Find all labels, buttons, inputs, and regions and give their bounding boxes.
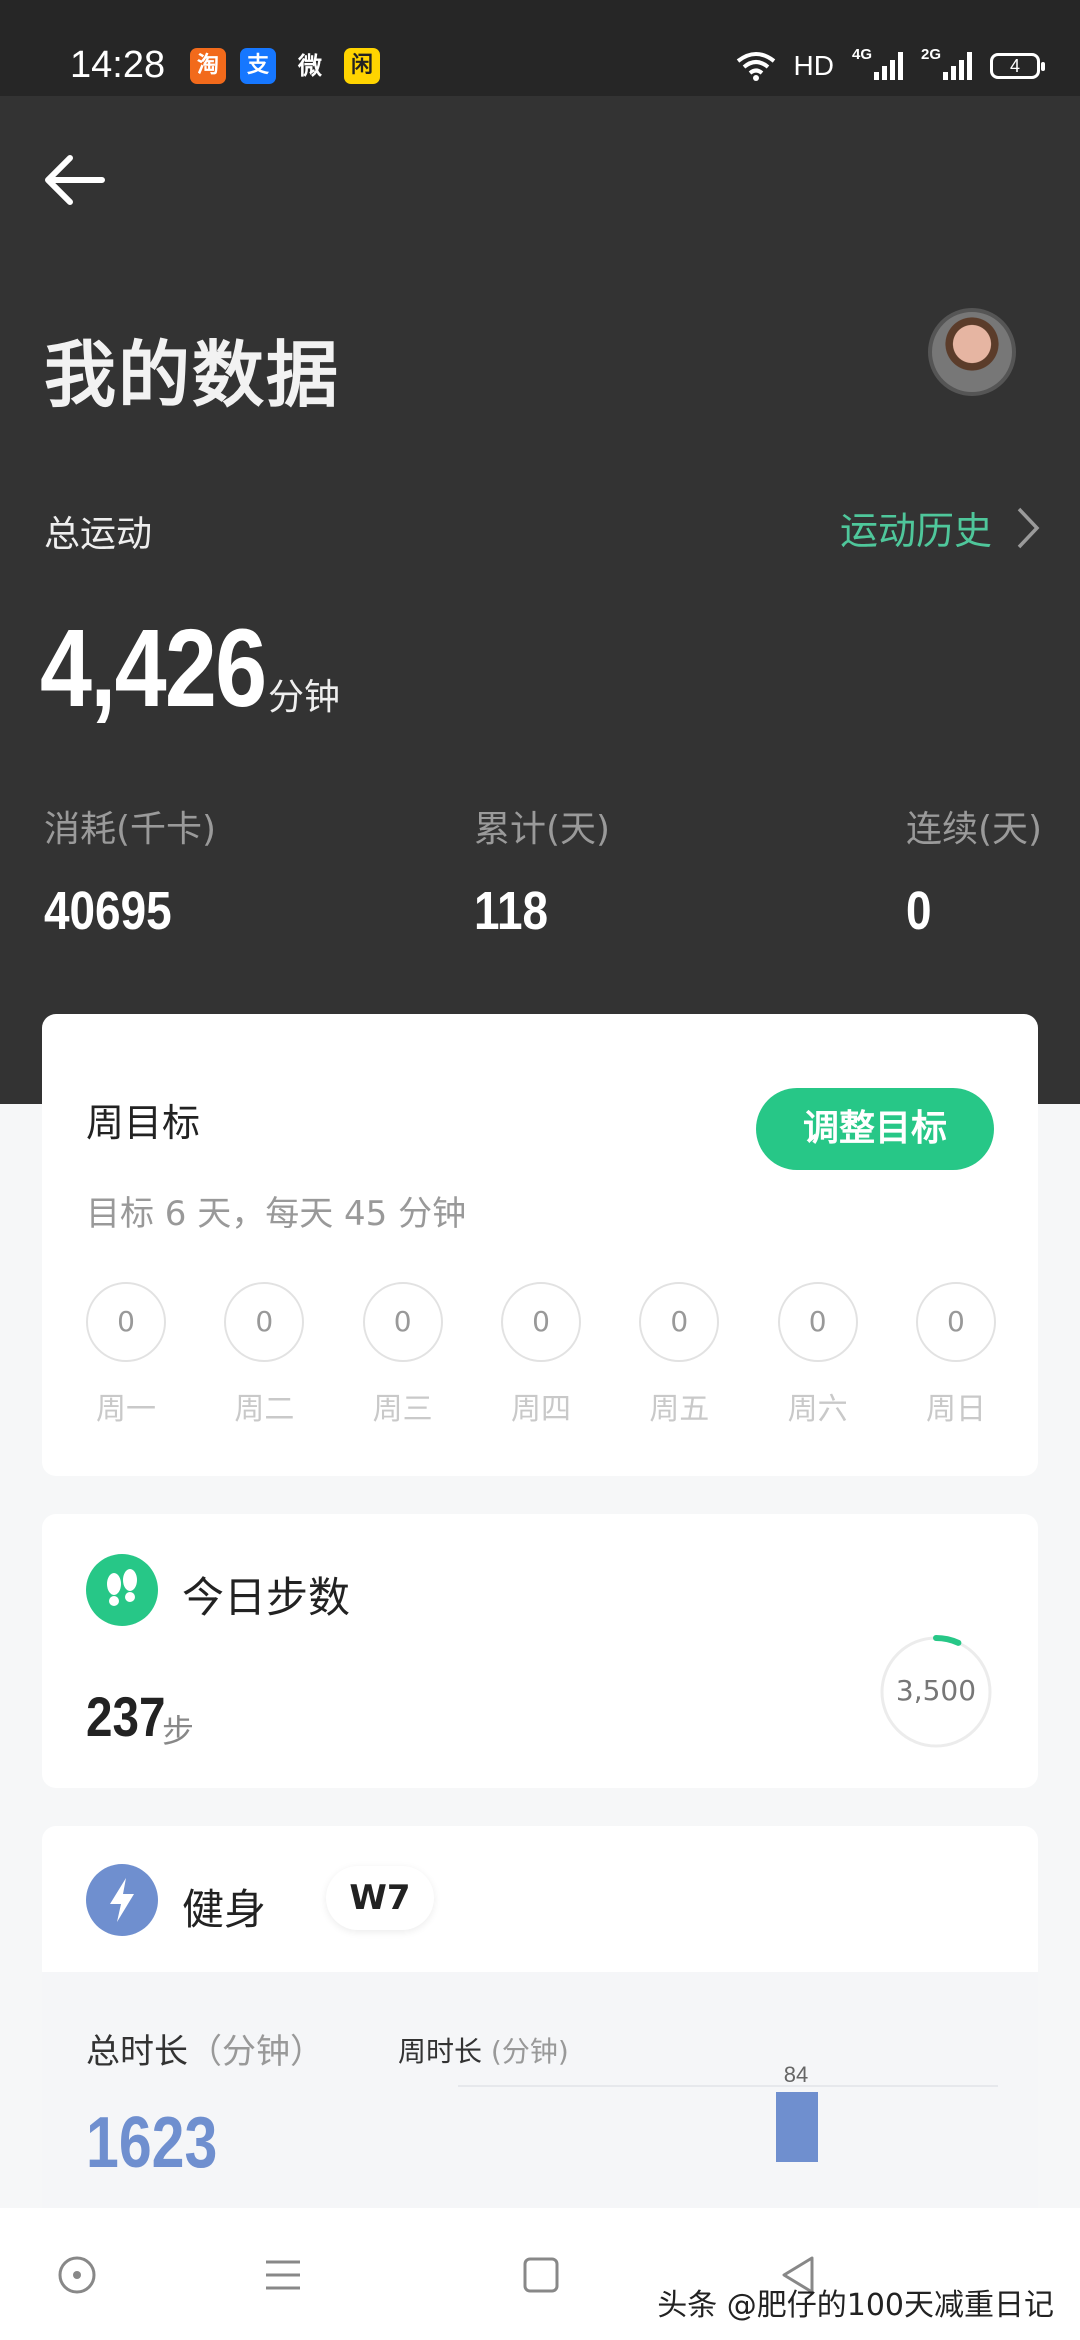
today-steps-card[interactable]: 今日步数 237 步 3,500 (42, 1514, 1038, 1788)
adjust-goal-button[interactable]: 调整目标 (756, 1088, 994, 1170)
bar-value-label: 84 (784, 2062, 808, 2087)
day-item: 0 周四 (500, 1282, 581, 1428)
total-exercise-label: 总运动 (44, 514, 153, 555)
day-label: 周日 (925, 1392, 986, 1427)
total-minutes-unit: 分钟 (268, 677, 341, 718)
stat-value: 40695 (44, 881, 172, 941)
stat-calories: 消耗(千卡) 40695 (44, 800, 216, 942)
summary-header (0, 96, 1080, 1104)
day-count: 0 (362, 1282, 443, 1362)
steps-goal-value: 3,500 (895, 1674, 977, 1707)
menu-nav-icon[interactable] (258, 2250, 308, 2300)
steps-unit: 步 (162, 1712, 195, 1750)
week-bar (776, 2092, 818, 2162)
lightning-icon (86, 1864, 158, 1936)
day-item: 0 周日 (915, 1282, 996, 1428)
day-item: 0 周六 (777, 1282, 858, 1428)
wifi-icon (736, 52, 775, 81)
day-label: 周六 (787, 1392, 848, 1427)
back-arrow-icon[interactable] (40, 150, 110, 210)
day-label: 周四 (510, 1392, 571, 1427)
fitness-total-value: 1623 (86, 2103, 218, 2183)
stat-label: 连续(天) (906, 809, 1043, 850)
day-item: 0 周三 (362, 1282, 443, 1428)
taobao-icon: 淘 (190, 48, 226, 84)
total-label-unit: （分钟） (188, 2032, 324, 2072)
sig1-label: 4G (852, 46, 873, 63)
alipay-icon: 支 (240, 48, 276, 84)
day-count: 0 (500, 1282, 581, 1362)
status-time: 14:28 (70, 44, 166, 86)
assistant-nav-icon[interactable] (52, 2250, 102, 2300)
chevron-right-icon (1017, 507, 1040, 548)
fitness-total-label: 总时长（分钟） (86, 2024, 324, 2073)
day-count: 0 (224, 1282, 305, 1362)
day-item: 0 周五 (639, 1282, 720, 1428)
weekly-goal-card: 周目标 调整目标 目标 6 天，每天 45 分钟 0 周一 0 周二 0 周三 0 周四… (42, 1014, 1038, 1476)
history-link-label: 运动历史 (839, 509, 992, 553)
exercise-history-link[interactable]: 运动历史 (840, 500, 1040, 555)
day-label: 周一 (96, 1392, 156, 1427)
weekly-duration-chart: 84 (458, 2062, 998, 2162)
stat-label: 消耗(千卡) (44, 809, 217, 850)
total-minutes-value: 4,426 (40, 607, 267, 730)
total-label-text: 总时长 (86, 2032, 188, 2072)
fitness-title: 健身 (182, 1885, 267, 1934)
battery-icon: 4 (990, 53, 1045, 79)
wechat-icon: 微 (298, 52, 322, 80)
stat-value: 0 (906, 881, 932, 941)
watermark-text: 头条 @肥仔的100天减重日记 (657, 2288, 1054, 2323)
avatar[interactable] (928, 308, 1016, 396)
day-item: 0 周二 (224, 1282, 305, 1428)
stat-label: 累计(天) (474, 809, 611, 850)
day-label: 周二 (234, 1392, 295, 1427)
steps-value: 237 (86, 1685, 166, 1748)
page-title: 我的数据 (44, 333, 341, 417)
week-badge: W7 (326, 1866, 434, 1930)
signal-4g-icon: 4G (852, 46, 903, 80)
day-item: 0 周一 (86, 1282, 166, 1428)
hd-indicator: HD (793, 50, 834, 81)
day-label: 周五 (649, 1392, 710, 1427)
day-label: 周三 (372, 1392, 433, 1427)
day-count: 0 (777, 1282, 858, 1362)
footprints-icon (86, 1554, 158, 1626)
status-indicators: HD 4G 2G 4 (736, 46, 1045, 86)
day-count: 0 (86, 1282, 166, 1362)
stat-streak-days: 连续(天) 0 (906, 800, 1042, 942)
signal-2g-icon: 2G (921, 46, 972, 80)
stat-cumulative-days: 累计(天) 118 (474, 800, 610, 942)
weekly-goal-subtitle: 目标 6 天，每天 45 分钟 (86, 1194, 467, 1234)
xianyu-icon: 闲 (344, 48, 380, 84)
weekly-goal-title: 周目标 (86, 1101, 201, 1145)
day-count: 0 (639, 1282, 720, 1362)
day-count: 0 (915, 1282, 996, 1362)
home-nav-icon[interactable] (516, 2250, 566, 2300)
today-steps-title: 今日步数 (182, 1573, 351, 1622)
sig2-label: 2G (921, 46, 942, 63)
status-bar: 14:28 淘 支 微 闲 HD 4G 2G 4 (0, 0, 1080, 96)
stat-value: 118 (474, 881, 549, 941)
weekday-list: 0 周一 0 周二 0 周三 0 周四 0 周五 0 周六 0 周日 (86, 1282, 996, 1428)
